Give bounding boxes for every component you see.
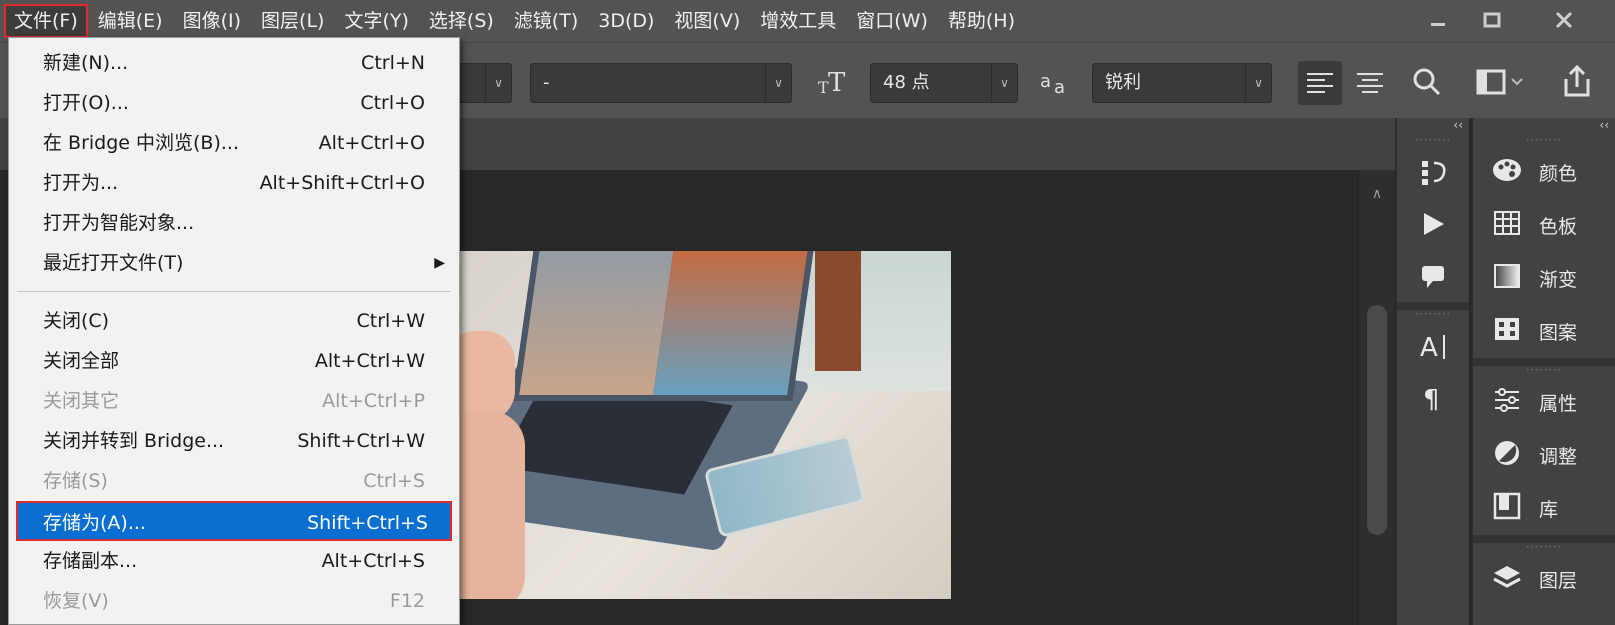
comment-icon[interactable] (1397, 250, 1469, 302)
menu-file[interactable]: 文件(F) (4, 4, 88, 38)
svg-text:T: T (828, 68, 846, 97)
menu-item-revert: 恢复(V) F12 (43, 590, 425, 612)
chevron-down-icon: ∨ (1245, 64, 1271, 102)
menu-bar: 文件(F) 编辑(E) 图像(I) 图层(L) 文字(Y) 选择(S) 滤镜(T… (0, 0, 1615, 42)
menu-view[interactable]: 视图(V) (664, 4, 750, 38)
restore-icon[interactable] (1462, 4, 1522, 36)
panel-patterns[interactable]: 图案 (1473, 305, 1615, 358)
panel-gradient[interactable]: 渐变 (1473, 252, 1615, 305)
align-center-button[interactable] (1348, 61, 1392, 105)
menu-item-open-recent[interactable]: 最近打开文件(T) ▶ (9, 243, 459, 283)
swatches-grid-icon (1491, 210, 1523, 242)
font-size-value: 48 点 (883, 72, 930, 93)
font-size-icon: TT (818, 67, 852, 104)
file-menu-dropdown: 新建(N)... Ctrl+N 打开(O)... Ctrl+O 在 Bridge… (8, 37, 460, 625)
chevron-down-icon: ∨ (765, 64, 791, 102)
panel-color[interactable]: 颜色 (1473, 146, 1615, 199)
menu-item-open-as-smart-object[interactable]: 打开为智能对象... (9, 203, 459, 243)
antialias-icon: aa (1040, 67, 1074, 104)
menu-item-close-others: 关闭其它 Alt+Ctrl+P (43, 390, 425, 412)
menu-help[interactable]: 帮助(H) (938, 4, 1025, 38)
menu-item-save-as[interactable]: 存储为(A)... Shift+Ctrl+S (16, 501, 452, 541)
chevron-down-icon: ∨ (485, 64, 511, 102)
share-icon[interactable] (1560, 63, 1594, 106)
menu-item-open-as[interactable]: 打开为... Alt+Shift+Ctrl+O (9, 163, 459, 203)
panel-color-label: 颜色 (1539, 163, 1578, 185)
paragraph-icon[interactable]: ¶ (1397, 372, 1469, 424)
panel-swatches-label: 色板 (1539, 216, 1578, 238)
antialias-value: 锐利 (1105, 72, 1141, 93)
adjustments-icon (1491, 439, 1523, 473)
collapse-panels-icon[interactable]: ‹‹ (1397, 118, 1469, 136)
menu-type[interactable]: 文字(Y) (334, 4, 418, 38)
collapse-panels-icon[interactable]: ‹‹ (1473, 118, 1615, 136)
chevron-up-icon[interactable]: ∧ (1359, 186, 1395, 202)
menu-item-close[interactable]: 关闭(C) Ctrl+W (9, 301, 459, 341)
menu-separator (17, 291, 451, 292)
play-action-icon[interactable] (1397, 198, 1469, 250)
menu-item-save-a-copy[interactable]: 存储副本... Alt+Ctrl+S (9, 541, 459, 581)
menu-edit[interactable]: 编辑(E) (88, 4, 173, 38)
panel-gradient-label: 渐变 (1539, 269, 1578, 291)
svg-text:a: a (1040, 71, 1051, 92)
menu-layer[interactable]: 图层(L) (251, 4, 334, 38)
panel-dock-narrow: ‹‹ •••••••• •••••••• A ¶ (1395, 118, 1469, 625)
align-left-button[interactable] (1298, 61, 1342, 105)
scroll-thumb[interactable] (1367, 305, 1387, 535)
menu-window[interactable]: 窗口(W) (846, 4, 938, 38)
font-style-dropdown[interactable]: - ∨ (530, 63, 792, 103)
menu-image[interactable]: 图像(I) (173, 4, 251, 38)
svg-text:a: a (1054, 77, 1065, 97)
font-size-dropdown[interactable]: 48 点 ∨ (870, 63, 1018, 103)
submenu-arrow-icon: ▶ (434, 255, 445, 271)
properties-sliders-icon (1491, 387, 1523, 419)
workspace-icon[interactable] (1476, 65, 1528, 106)
minimize-icon[interactable] (1408, 4, 1468, 36)
panel-dock-wide: ‹‹ •••••••• 颜色 色板 渐变 图案 •••••••• 属性 调整 库… (1471, 118, 1615, 625)
panel-swatches[interactable]: 色板 (1473, 199, 1615, 252)
menu-item-new[interactable]: 新建(N)... Ctrl+N (9, 43, 459, 83)
panel-libraries[interactable]: 库 (1473, 482, 1615, 535)
vertical-scrollbar[interactable]: ∧ (1358, 170, 1394, 625)
menu-filter[interactable]: 滤镜(T) (504, 4, 588, 38)
menu-item-close-and-go-to-bridge[interactable]: 关闭并转到 Bridge... Shift+Ctrl+W (9, 421, 459, 461)
character-icon[interactable]: A (1397, 320, 1469, 372)
menu-item-browse-in-bridge[interactable]: 在 Bridge 中浏览(B)... Alt+Ctrl+O (9, 123, 459, 163)
layers-icon (1491, 563, 1523, 597)
document-image (455, 251, 951, 599)
history-icon[interactable] (1397, 146, 1469, 198)
menu-item-close-all[interactable]: 关闭全部 Alt+Ctrl+W (9, 341, 459, 381)
panel-libraries-label: 库 (1539, 499, 1559, 521)
svg-text:¶: ¶ (1423, 385, 1440, 413)
close-icon[interactable] (1534, 4, 1594, 36)
library-icon (1491, 492, 1523, 526)
panel-layers[interactable]: 图层 (1473, 553, 1615, 606)
menu-plugins[interactable]: 增效工具 (750, 4, 846, 38)
panel-properties-label: 属性 (1539, 393, 1578, 415)
svg-text:A: A (1420, 333, 1438, 361)
chevron-down-icon: ∨ (991, 64, 1017, 102)
panel-patterns-label: 图案 (1539, 322, 1578, 344)
panel-adjustments[interactable]: 调整 (1473, 429, 1615, 482)
pattern-icon (1491, 316, 1523, 348)
panel-layers-label: 图层 (1539, 570, 1578, 592)
search-icon[interactable] (1410, 65, 1444, 106)
menu-3d[interactable]: 3D(D) (588, 4, 664, 38)
gradient-icon (1491, 263, 1523, 295)
menu-select[interactable]: 选择(S) (419, 4, 504, 38)
palette-icon (1491, 157, 1523, 189)
antialias-dropdown[interactable]: 锐利 ∨ (1092, 63, 1272, 103)
menu-item-save: 存储(S) Ctrl+S (43, 470, 425, 492)
panel-adjustments-label: 调整 (1539, 446, 1578, 468)
font-style-value: - (543, 72, 550, 93)
menu-item-open[interactable]: 打开(O)... Ctrl+O (9, 83, 459, 123)
panel-properties[interactable]: 属性 (1473, 376, 1615, 429)
